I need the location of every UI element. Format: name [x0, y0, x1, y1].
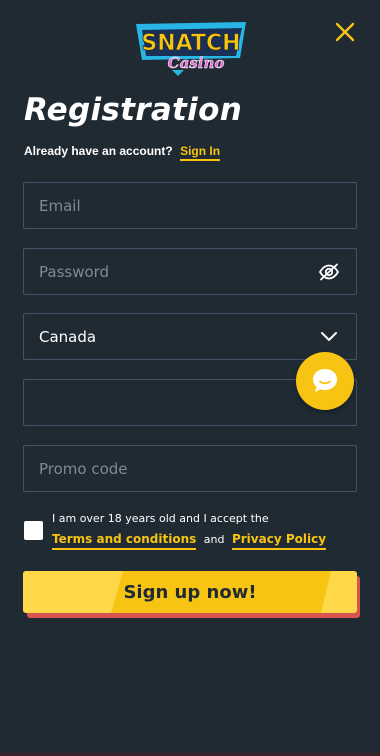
signup-button-label: Sign up now! — [123, 581, 257, 603]
country-select[interactable]: Canada — [23, 313, 357, 360]
close-button[interactable] — [330, 17, 360, 47]
button-highlight-left — [23, 571, 123, 613]
country-value: Canada — [39, 327, 97, 346]
logo-text-snatch: SNATCH — [141, 31, 240, 56]
signin-link[interactable]: Sign In — [180, 144, 221, 161]
terms-links-row: Terms and conditions and Privacy Policy — [52, 532, 327, 550]
signin-prompt: Already have an account? — [24, 144, 173, 158]
promo-code-input[interactable] — [39, 459, 341, 478]
terms-text: I am over 18 years old and I accept the — [52, 512, 269, 525]
snatch-casino-logo: SNATCH Casino — [136, 22, 246, 76]
toggle-password-visibility[interactable] — [317, 260, 341, 284]
promo-code-field[interactable] — [23, 445, 357, 492]
chat-bubble-icon — [313, 369, 337, 392]
terms-and: and — [203, 533, 225, 546]
signup-button[interactable]: Sign up now! — [23, 571, 357, 613]
email-field[interactable] — [23, 182, 357, 229]
phone-input[interactable] — [39, 393, 341, 412]
privacy-policy-link[interactable]: Privacy Policy — [231, 532, 327, 550]
password-input[interactable] — [39, 262, 317, 281]
email-input[interactable] — [39, 196, 341, 215]
signin-row: Already have an account? Sign In — [24, 144, 221, 161]
eye-off-icon — [318, 263, 340, 280]
page-title: Registration — [24, 92, 243, 128]
chat-button[interactable] — [296, 352, 354, 410]
header: SNATCH Casino — [0, 0, 380, 90]
chevron-down-icon — [321, 331, 337, 341]
button-highlight-right — [321, 571, 357, 613]
terms-checkbox[interactable] — [24, 521, 43, 540]
terms-link[interactable]: Terms and conditions — [52, 532, 197, 550]
logo-text-casino: Casino — [168, 54, 225, 72]
password-field[interactable] — [23, 248, 357, 295]
country-dropdown-toggle[interactable] — [317, 325, 341, 349]
close-icon — [335, 22, 355, 42]
